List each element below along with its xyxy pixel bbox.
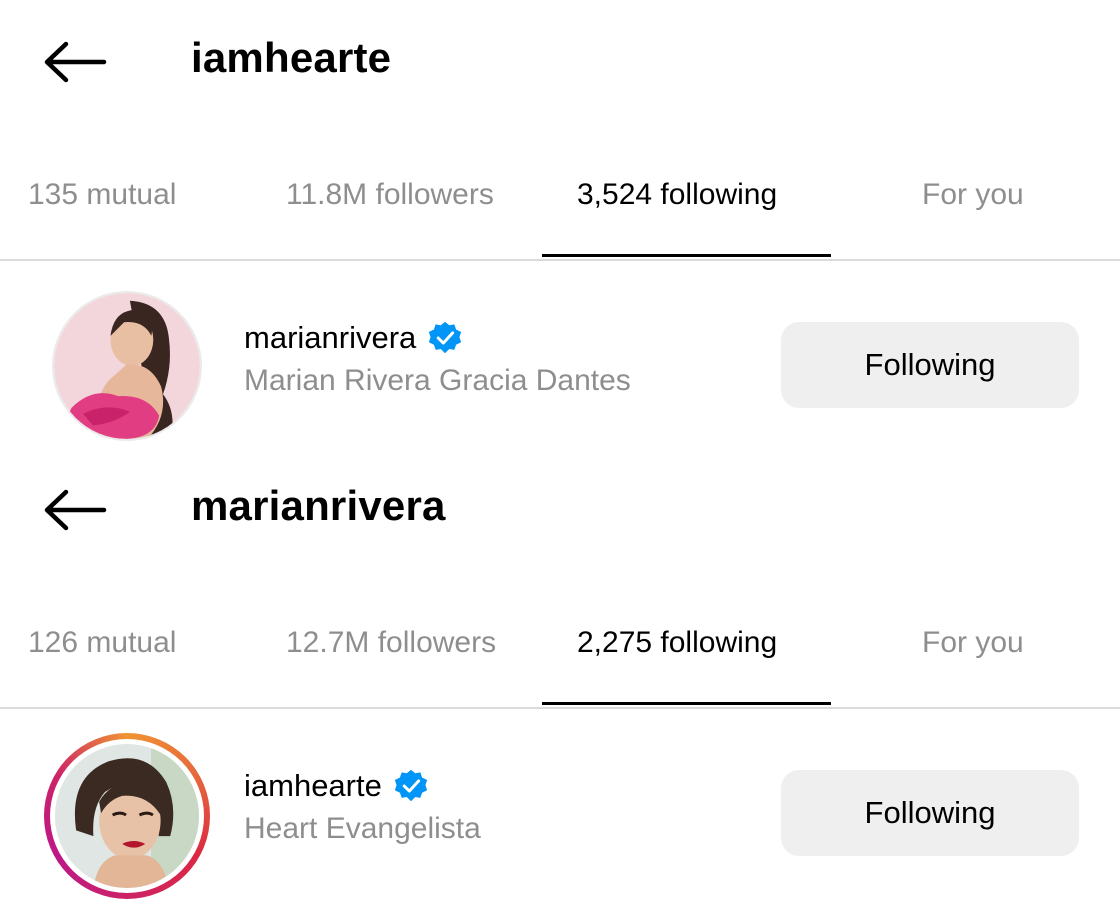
tab-divider: [0, 259, 1120, 261]
following-button[interactable]: Following: [781, 770, 1079, 856]
arrow-left-icon: [44, 41, 107, 83]
list-item[interactable]: iamhearte Heart Evangelista Following: [0, 733, 1120, 899]
full-name: Heart Evangelista: [244, 812, 481, 845]
verified-badge-icon: [429, 321, 462, 354]
active-tab-indicator: [542, 254, 831, 257]
tab-mutual[interactable]: 126 mutual: [28, 626, 176, 660]
avatar-image: [54, 293, 200, 439]
page-title: iamhearte: [191, 34, 392, 81]
tab-for-you[interactable]: For you: [922, 178, 1024, 212]
tab-following[interactable]: 2,275 following: [577, 626, 777, 660]
avatar-story-ring[interactable]: [44, 733, 210, 899]
tab-following[interactable]: 3,524 following: [577, 178, 777, 212]
header: marianrivera: [0, 448, 1120, 568]
avatar[interactable]: [52, 291, 202, 441]
user-info: marianrivera Marian Rivera Gracia Dantes: [244, 320, 631, 398]
tab-bar: 126 mutual 12.7M followers 2,275 followi…: [0, 608, 1120, 709]
following-list-panel-iamhearte: iamhearte 135 mutual 11.8M followers 3,5…: [0, 0, 1120, 450]
list-item[interactable]: marianrivera Marian Rivera Gracia Dantes…: [0, 288, 1120, 441]
back-button[interactable]: [38, 486, 110, 534]
verified-badge-icon: [394, 769, 428, 802]
following-list-panel-marianrivera: marianrivera 126 mutual 12.7M followers …: [0, 448, 1120, 899]
page-title: marianrivera: [191, 482, 446, 529]
following-button[interactable]: Following: [781, 322, 1079, 408]
tab-followers[interactable]: 12.7M followers: [286, 626, 496, 660]
username[interactable]: marianrivera: [244, 320, 416, 356]
arrow-left-icon: [44, 489, 107, 531]
avatar: [50, 739, 204, 893]
back-button[interactable]: [38, 38, 110, 86]
username-line: marianrivera: [244, 320, 631, 356]
tab-for-you[interactable]: For you: [922, 626, 1024, 660]
username-line: iamhearte: [244, 768, 481, 804]
user-info: iamhearte Heart Evangelista: [244, 768, 481, 846]
avatar-image: [55, 744, 199, 888]
full-name: Marian Rivera Gracia Dantes: [244, 364, 631, 397]
username[interactable]: iamhearte: [244, 768, 382, 804]
tab-bar: 135 mutual 11.8M followers 3,524 followi…: [0, 160, 1120, 261]
header: iamhearte: [0, 0, 1120, 120]
active-tab-indicator: [542, 702, 831, 705]
tab-mutual[interactable]: 135 mutual: [28, 178, 176, 212]
tab-followers[interactable]: 11.8M followers: [286, 178, 494, 212]
tab-divider: [0, 707, 1120, 709]
